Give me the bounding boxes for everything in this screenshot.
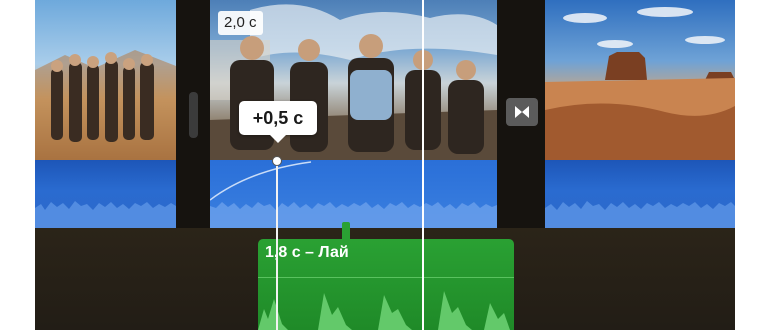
background-audio-waveform xyxy=(258,291,510,330)
clip-audio-waveform[interactable] xyxy=(35,160,176,228)
clip-audio-waveform[interactable] xyxy=(210,160,497,228)
timeline[interactable]: 1,8 с – Лай xyxy=(35,0,735,330)
clip-audio-waveform[interactable] xyxy=(545,160,735,228)
thumbnail-photo xyxy=(35,50,176,160)
clip-divider xyxy=(258,277,514,278)
background-clip-connector xyxy=(342,222,350,240)
fade-handle-line xyxy=(276,160,278,330)
fade-curve-icon xyxy=(210,161,312,201)
clip-thumbnail xyxy=(545,0,735,160)
thumbnail-photo xyxy=(545,7,735,160)
waveform xyxy=(35,201,176,228)
video-clip-left[interactable] xyxy=(35,0,176,228)
fade-handle[interactable] xyxy=(272,156,282,166)
clip-duration-badge: 2,0 с xyxy=(218,11,263,35)
transition-button[interactable] xyxy=(506,98,538,126)
background-music-clip[interactable]: 1,8 с – Лай xyxy=(258,239,514,330)
clip-thumbnail xyxy=(35,0,176,160)
clip-scroll-handle[interactable] xyxy=(189,92,198,138)
playhead[interactable] xyxy=(422,0,424,330)
video-clip-right[interactable] xyxy=(545,0,735,228)
waveform xyxy=(545,201,735,228)
waveform xyxy=(210,161,497,228)
bowtie-transition-icon xyxy=(515,106,529,118)
trim-offset-bubble: +0,5 с xyxy=(239,101,317,143)
